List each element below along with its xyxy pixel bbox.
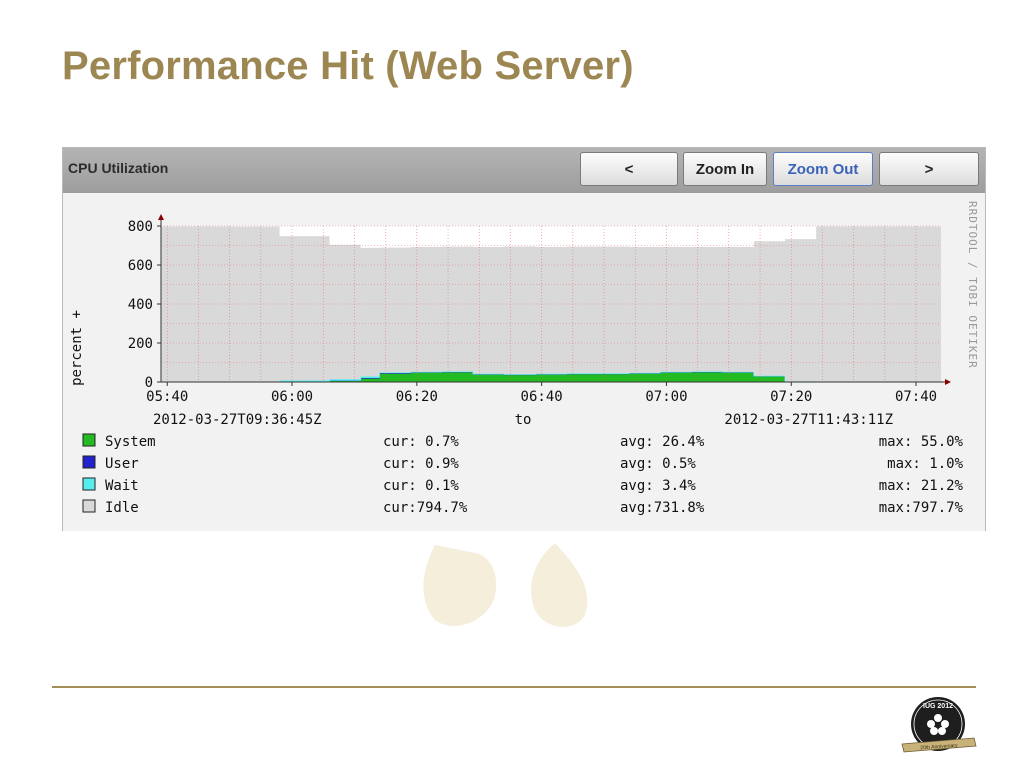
x-tick-label: 06:20	[396, 389, 438, 405]
wait-swatch	[82, 477, 96, 491]
legend-name: User	[105, 456, 139, 472]
idle-swatch	[82, 499, 96, 513]
iug-2012-logo: 20th Anniversary IUG 2012	[901, 697, 977, 753]
legend-avg: avg: 26.4%	[620, 434, 705, 450]
legend-max: max:797.7%	[879, 500, 964, 516]
legend-cur: cur: 0.7%	[383, 434, 459, 450]
x-tick-label: 06:40	[521, 389, 563, 405]
chart-area: 0 200 400 600 800 05:40 06:00 06:20 06:40 07:00 0…	[63, 193, 985, 531]
legend-max: max: 55.0%	[879, 434, 964, 450]
x-tick-label: 05:40	[146, 389, 188, 405]
hands-watermark-image	[423, 543, 588, 627]
range-start-label: 2012-03-27T09:36:45Z	[153, 412, 322, 428]
range-to-label: to	[515, 412, 532, 428]
legend-max: max: 1.0%	[887, 456, 963, 472]
legend-name: Wait	[105, 478, 139, 494]
footer-divider	[52, 686, 976, 688]
previous-button[interactable]: <	[580, 152, 678, 186]
system-swatch	[82, 433, 96, 447]
x-tick-label: 07:20	[770, 389, 812, 405]
y-tick-label: 800	[128, 219, 153, 235]
panel-title: CPU Utilization	[68, 160, 169, 176]
range-end-label: 2012-03-27T11:43:11Z	[724, 412, 893, 428]
user-swatch	[82, 455, 96, 469]
rrdtool-watermark: RRDTOOL / TOBI OETIKER	[966, 201, 979, 369]
legend-avg: avg: 0.5%	[620, 456, 696, 472]
zoom-in-button[interactable]: Zoom In	[683, 152, 767, 186]
legend-cur: cur:794.7%	[383, 500, 468, 516]
legend-max: max: 21.2%	[879, 478, 964, 494]
panel-header: CPU Utilization < Zoom In Zoom Out >	[63, 148, 985, 193]
x-tick-label: 07:00	[645, 389, 687, 405]
y-tick-label: 200	[128, 336, 153, 352]
x-tick-label: 06:00	[271, 389, 313, 405]
legend-cur: cur: 0.9%	[383, 456, 459, 472]
slide-title: Performance Hit (Web Server)	[62, 44, 634, 88]
legend-avg: avg: 3.4%	[620, 478, 696, 494]
y-axis-label: percent +	[69, 310, 85, 386]
cpu-utilization-panel: CPU Utilization < Zoom In Zoom Out > 0 20…	[62, 147, 986, 531]
legend-avg: avg:731.8%	[620, 500, 705, 516]
cpu-utilization-chart: 0200400600800 05:40 06:00 06:20 06:40 07:00 0…	[63, 193, 985, 531]
legend-name: System	[105, 434, 156, 450]
x-tick-label: 07:40	[895, 389, 937, 405]
next-button[interactable]: >	[879, 152, 979, 186]
legend-name: Idle	[105, 500, 139, 516]
zoom-out-button[interactable]: Zoom Out	[773, 152, 873, 186]
legend-cur: cur: 0.1%	[383, 478, 459, 494]
y-tick-label: 600	[128, 258, 153, 274]
y-tick-label: 400	[128, 297, 153, 313]
logo-text: IUG 2012	[923, 703, 953, 710]
